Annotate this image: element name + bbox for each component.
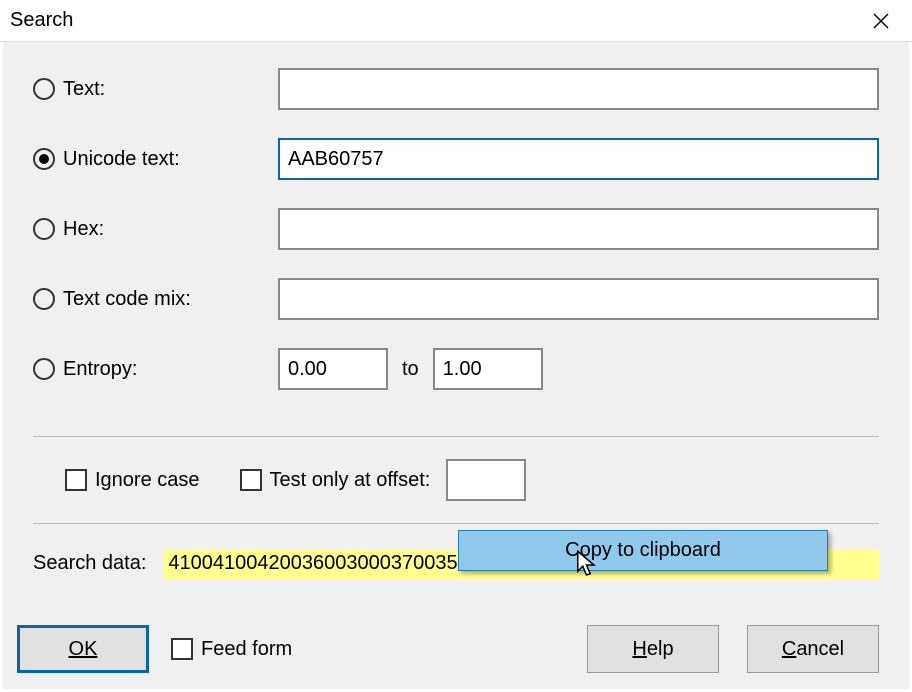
input-entropy-to[interactable] [433,348,543,390]
radio-icon [33,218,55,240]
row-textcodemix: Text code mix: [33,278,879,320]
label-ignore-case: Ignore case [95,469,200,492]
check-ignore-case[interactable]: Ignore case [65,469,200,492]
context-menu-copy[interactable]: Copy to clipboard [458,530,828,571]
label-test-offset: Test only at offset: [270,469,431,492]
label-text: Text: [63,78,105,101]
label-entropy: Entropy: [63,358,137,381]
ok-button[interactable]: OK [17,625,149,673]
row-entropy: Entropy: to [33,348,879,390]
context-menu-copy-label: Copy to clipboard [565,539,721,561]
radio-text[interactable]: Text: [33,78,278,101]
input-entropy-from[interactable] [278,348,388,390]
input-textcodemix[interactable] [278,278,879,320]
checkbox-icon [171,638,193,660]
label-textcodemix: Text code mix: [63,288,191,311]
client-area: Text: Unicode text: Hex: Text code mix: [3,42,909,689]
row-text: Text: [33,68,879,110]
radio-icon [33,358,55,380]
radio-entropy[interactable]: Entropy: [33,358,278,381]
window-title: Search [10,9,73,32]
input-unicode[interactable] [278,138,879,180]
titlebar: Search [0,0,912,42]
label-unicode: Unicode text: [63,148,180,171]
help-button[interactable]: Help [587,625,719,673]
checkbox-icon [240,469,262,491]
button-row: OK Feed form Help Cancel [17,625,879,673]
search-data-label: Search data: [33,550,146,575]
label-feed-form: Feed form [201,638,292,661]
input-text[interactable] [278,68,879,110]
checkbox-icon [65,469,87,491]
radio-hex[interactable]: Hex: [33,218,278,241]
search-dialog: Search Text: Unicode text: Hex: [0,0,912,692]
row-hex: Hex: [33,208,879,250]
radio-unicode[interactable]: Unicode text: [33,148,278,171]
radio-icon [33,148,55,170]
radio-textcodemix[interactable]: Text code mix: [33,288,278,311]
row-unicode: Unicode text: [33,138,879,180]
options-row: Ignore case Test only at offset: [65,459,879,501]
radio-icon [33,288,55,310]
check-test-offset[interactable]: Test only at offset: [240,459,527,501]
cancel-button[interactable]: Cancel [747,625,879,673]
label-hex: Hex: [63,218,104,241]
radio-icon [33,78,55,100]
input-test-offset[interactable] [446,459,526,501]
divider-1 [33,436,879,437]
label-to: to [402,358,419,381]
check-feed-form[interactable]: Feed form [171,638,292,661]
close-icon [873,13,889,29]
input-hex[interactable] [278,208,879,250]
entropy-inputs: to [278,348,543,390]
divider-2 [33,523,879,524]
close-button[interactable] [860,1,902,41]
